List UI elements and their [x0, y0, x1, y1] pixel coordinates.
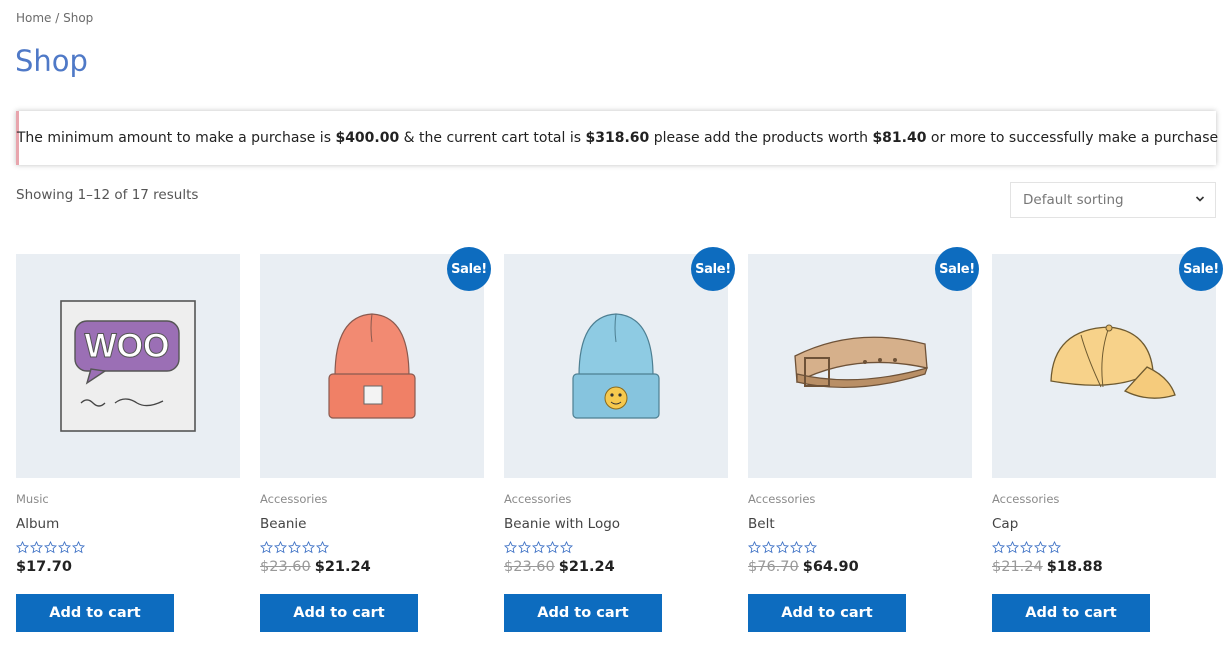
star-rating	[991, 539, 1216, 554]
sale-badge: Sale!	[1179, 247, 1223, 291]
notice-text-2: & the current cart total is	[399, 130, 586, 146]
star-outline-icon	[559, 539, 574, 554]
notice-min-amount: $400.00	[335, 130, 400, 146]
price-sale: $64.90	[802, 559, 859, 575]
star-outline-icon	[545, 539, 560, 554]
cap-icon	[1029, 311, 1179, 421]
add-to-cart-button[interactable]: Add to cart	[748, 594, 906, 632]
belt-icon	[785, 316, 935, 416]
star-rating	[503, 539, 728, 554]
breadcrumb: Home / Shop	[16, 11, 93, 25]
star-outline-icon	[15, 539, 30, 554]
product-category: Music	[16, 492, 49, 506]
product-image-link[interactable]: Sale!	[992, 247, 1223, 478]
star-outline-icon	[259, 539, 274, 554]
add-to-cart-button[interactable]: Add to cart	[260, 594, 418, 632]
star-outline-icon	[775, 539, 790, 554]
sale-badge: Sale!	[447, 247, 491, 291]
star-outline-icon	[789, 539, 804, 554]
price-sale: $21.24	[314, 559, 371, 575]
price-sale: $18.88	[1046, 559, 1103, 575]
add-to-cart-button[interactable]: Add to cart	[504, 594, 662, 632]
product-image-link[interactable]: Sale!	[748, 247, 979, 478]
album-icon: WOO	[53, 291, 203, 441]
star-outline-icon	[71, 539, 86, 554]
star-outline-icon	[1019, 539, 1034, 554]
star-rating	[259, 539, 484, 554]
star-outline-icon	[43, 539, 58, 554]
product-category: Accessories	[260, 492, 328, 506]
price-sale: $21.24	[558, 559, 615, 575]
star-outline-icon	[761, 539, 776, 554]
star-outline-icon	[747, 539, 762, 554]
product-price: $17.70	[16, 559, 240, 579]
add-to-cart-button[interactable]: Add to cart	[992, 594, 1150, 632]
product-name[interactable]: Album	[16, 516, 240, 534]
notice-text-4: or more to successfully make a purchase	[926, 130, 1219, 146]
product-card: Sale! Accessories Beanie $23.60 $21.24 Ad…	[259, 247, 491, 632]
price-regular: $76.70	[748, 559, 799, 575]
product-category: Accessories	[748, 492, 816, 506]
sorting-select[interactable]: Default sorting	[1010, 182, 1216, 218]
star-outline-icon	[315, 539, 330, 554]
star-rating	[747, 539, 972, 554]
product-name[interactable]: Belt	[748, 516, 972, 534]
result-count: Showing 1–12 of 17 results	[16, 187, 199, 203]
product-card: WOO Music Album $17.70 Add to cart	[15, 254, 240, 632]
product-name[interactable]: Cap	[992, 516, 1216, 534]
product-image-link[interactable]: WOO	[16, 254, 240, 478]
product-card: Sale! Accessories Belt $76.70 $64.90 Add …	[747, 247, 979, 632]
price-regular: $23.60	[504, 559, 555, 575]
notice-cart-total: $318.60	[585, 130, 650, 146]
notice-remaining-amount: $81.40	[872, 130, 927, 146]
star-outline-icon	[29, 539, 44, 554]
star-outline-icon	[287, 539, 302, 554]
breadcrumb-separator: /	[51, 11, 64, 25]
breadcrumb-current: Shop	[63, 11, 94, 25]
notice-text-1: The minimum amount to make a purchase is	[16, 130, 336, 146]
product-category: Accessories	[504, 492, 572, 506]
star-outline-icon	[301, 539, 316, 554]
star-outline-icon	[803, 539, 818, 554]
product-image-link[interactable]: Sale!	[260, 247, 491, 478]
star-outline-icon	[57, 539, 72, 554]
star-outline-icon	[1033, 539, 1048, 554]
product-category: Accessories	[992, 492, 1060, 506]
product-price: $21.24 $18.88	[992, 559, 1216, 579]
product-price: $76.70 $64.90	[748, 559, 972, 579]
star-rating	[15, 539, 240, 554]
price-regular: $21.24	[992, 559, 1043, 575]
star-outline-icon	[991, 539, 1006, 554]
sale-badge: Sale!	[935, 247, 979, 291]
add-to-cart-button[interactable]: Add to cart	[16, 594, 174, 632]
breadcrumb-home-link[interactable]: Home	[16, 11, 51, 25]
notice-text-3: please add the products worth	[649, 130, 873, 146]
chevron-down-icon	[1195, 196, 1205, 202]
product-grid: WOO Music Album $17.70 Add to cart Sale!…	[15, 247, 1223, 632]
beanie-icon	[317, 306, 427, 426]
star-outline-icon	[273, 539, 288, 554]
product-image-link[interactable]: Sale!	[504, 247, 735, 478]
star-outline-icon	[1005, 539, 1020, 554]
product-price: $23.60 $21.24	[504, 559, 728, 579]
page-title: Shop	[15, 44, 88, 78]
sale-badge: Sale!	[691, 247, 735, 291]
sorting-selected-value: Default sorting	[1023, 192, 1124, 208]
price-regular: $23.60	[260, 559, 311, 575]
product-name[interactable]: Beanie	[260, 516, 484, 534]
star-outline-icon	[1047, 539, 1062, 554]
product-card: Sale! Accessories Beanie with Logo $23.6…	[503, 247, 735, 632]
product-price: $23.60 $21.24	[260, 559, 484, 579]
star-outline-icon	[517, 539, 532, 554]
price-sale: $17.70	[16, 559, 72, 575]
svg-text:WOO: WOO	[85, 327, 170, 365]
product-card: Sale! Accessories Cap $21.24 $18.88 Add t…	[991, 247, 1223, 632]
beanie-logo-icon	[561, 306, 671, 426]
star-outline-icon	[503, 539, 518, 554]
product-name[interactable]: Beanie with Logo	[504, 516, 728, 534]
minimum-amount-notice: The minimum amount to make a purchase is…	[16, 111, 1219, 165]
star-outline-icon	[531, 539, 546, 554]
